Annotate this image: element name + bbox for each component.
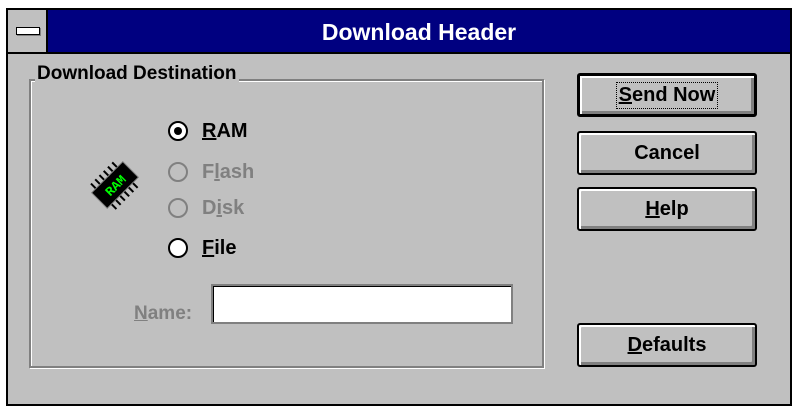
system-menu-icon — [16, 27, 40, 35]
radio-file-label: File — [202, 236, 237, 259]
help-label: Help — [645, 197, 689, 220]
name-label: Name: — [134, 303, 193, 324]
radio-disk: Disk — [168, 196, 244, 220]
radio-disk-indicator — [168, 198, 188, 218]
radio-flash: Flash — [168, 160, 254, 184]
defaults-button[interactable]: Defaults — [577, 323, 757, 367]
radio-file-indicator[interactable] — [168, 238, 188, 258]
radio-disk-label: Disk — [202, 196, 245, 219]
send-now-button[interactable]: Send Now — [577, 73, 757, 117]
help-button[interactable]: Help — [577, 187, 757, 231]
cancel-label: Cancel — [634, 141, 700, 164]
cancel-button[interactable]: Cancel — [577, 131, 757, 175]
send-now-label: Send Now — [615, 81, 719, 109]
system-menu-button[interactable] — [8, 10, 48, 52]
title-bar: Download Header — [8, 10, 790, 54]
group-label: Download Destination — [35, 63, 239, 85]
ram-chip-icon: RAM — [90, 160, 140, 210]
download-destination-group — [29, 79, 544, 368]
defaults-label: Defaults — [627, 333, 707, 356]
radio-flash-label: Flash — [202, 160, 255, 183]
radio-ram-indicator[interactable] — [168, 121, 188, 141]
radio-ram[interactable]: RAM — [168, 119, 248, 143]
radio-file[interactable]: File — [168, 236, 236, 260]
name-input[interactable] — [211, 284, 513, 324]
radio-flash-indicator — [168, 162, 188, 182]
radio-ram-label: RAM — [202, 119, 248, 142]
window-title: Download Header — [321, 19, 517, 45]
